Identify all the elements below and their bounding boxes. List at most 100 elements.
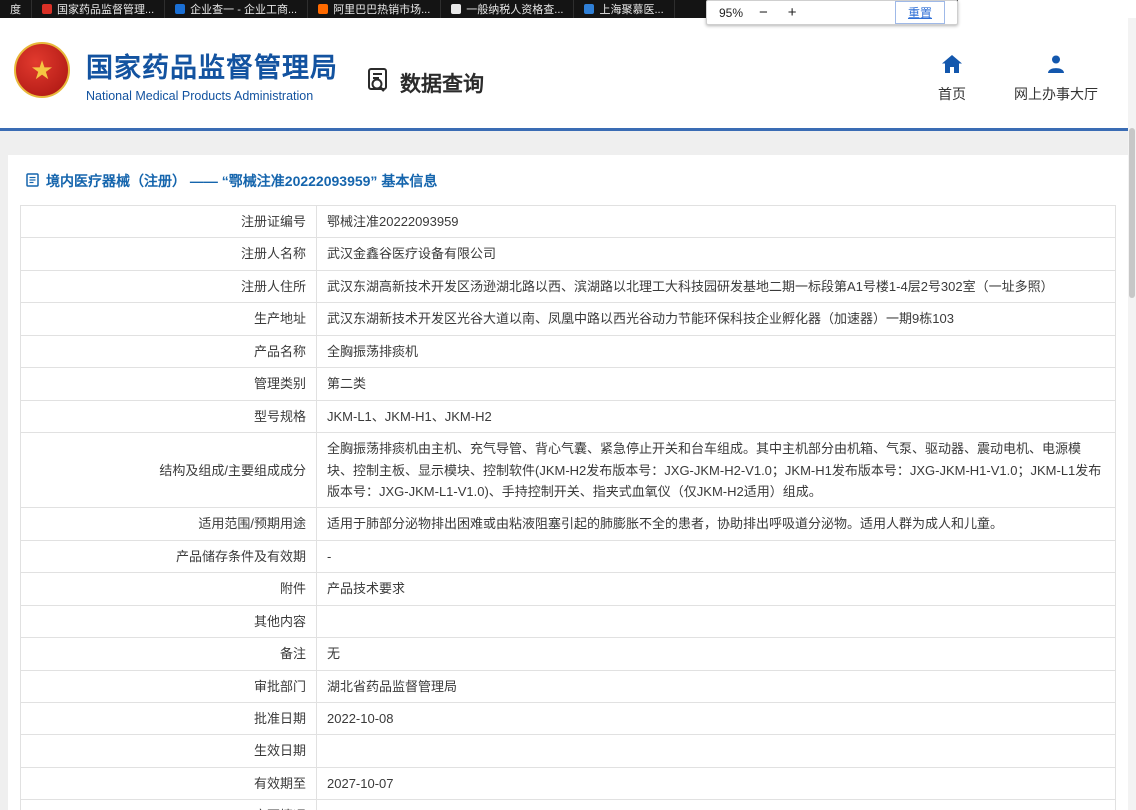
table-row: 其他内容 (21, 605, 1116, 637)
row-label: 批准日期 (21, 703, 317, 735)
row-label: 审批部门 (21, 670, 317, 702)
browser-tab[interactable]: 度 (0, 0, 32, 18)
tab-label: 一般纳税人资格查... (466, 1, 563, 17)
tab-label: 度 (10, 1, 21, 17)
data-query-label: 数据查询 (400, 68, 484, 98)
tab-label: 阿里巴巴热销市场... (333, 1, 430, 17)
tab-favicon (584, 4, 594, 14)
row-value: 2022-10-08 (317, 703, 1116, 735)
row-label: 生效日期 (21, 735, 317, 767)
row-value: JKM-L1、JKM-H1、JKM-H2 (317, 400, 1116, 432)
nav-hall-label: 网上办事大厅 (1014, 84, 1098, 104)
row-label: 注册人住所 (21, 270, 317, 302)
row-value: 武汉东湖高新技术开发区汤逊湖北路以西、滨湖路以北理工大科技园研发基地二期一标段第… (317, 270, 1116, 302)
table-row: 附件产品技术要求 (21, 573, 1116, 605)
row-value: - (317, 540, 1116, 572)
row-label: 注册人名称 (21, 238, 317, 270)
table-row: 产品储存条件及有效期- (21, 540, 1116, 572)
tab-label: 上海聚慕医... (599, 1, 663, 17)
screen: 度 国家药品监督管理... 企业查一 - 企业工商... 阿里巴巴热销市场... 一般纳… (0, 0, 1136, 810)
row-value: 武汉东湖新技术开发区光谷大道以南、凤凰中路以西光谷动力节能环保科技企业孵化器（加… (317, 303, 1116, 335)
nav-home-label: 首页 (938, 84, 966, 104)
row-value: 全胸振荡排痰机 (317, 335, 1116, 367)
table-row: 生效日期 (21, 735, 1116, 767)
browser-tabs: 度 国家药品监督管理... 企业查一 - 企业工商... 阿里巴巴热销市场... 一般纳… (0, 0, 675, 18)
tab-favicon (42, 4, 52, 14)
row-value (317, 800, 1116, 810)
header-nav: 首页 网上办事大厅 (938, 54, 1098, 104)
page-title-text: 境内医疗器械（注册） —— “鄂械注准20222093959” 基本信息 (46, 171, 437, 191)
row-label: 附件 (21, 573, 317, 605)
row-label: 变更情况 (21, 800, 317, 810)
zoom-out-button[interactable]: − (755, 4, 772, 21)
site-title-en: National Medical Products Administration (86, 89, 338, 103)
row-value: 产品技术要求 (317, 573, 1116, 605)
tab-favicon (451, 4, 461, 14)
nav-online-hall[interactable]: 网上办事大厅 (1014, 54, 1098, 104)
table-row: 型号规格JKM-L1、JKM-H1、JKM-H2 (21, 400, 1116, 432)
zoom-reset-button[interactable]: 重置 (895, 1, 945, 24)
row-label: 备注 (21, 638, 317, 670)
table-row: 生产地址武汉东湖新技术开发区光谷大道以南、凤凰中路以西光谷动力节能环保科技企业孵… (21, 303, 1116, 335)
row-value: 无 (317, 638, 1116, 670)
site-header: ★ 国家药品监督管理局 National Medical Products Ad… (0, 18, 1136, 128)
browser-tab[interactable]: 一般纳税人资格查... (441, 0, 574, 18)
table-row: 产品名称全胸振荡排痰机 (21, 335, 1116, 367)
row-label: 型号规格 (21, 400, 317, 432)
tab-label: 企业查一 - 企业工商... (190, 1, 297, 17)
table-row: 注册证编号鄂械注准20222093959 (21, 206, 1116, 238)
site-title-group: 国家药品监督管理局 National Medical Products Admi… (86, 46, 338, 103)
tab-favicon (175, 4, 185, 14)
row-label: 产品储存条件及有效期 (21, 540, 317, 572)
row-value: 全胸振荡排痰机由主机、充气导管、背心气囊、紧急停止开关和台车组成。其中主机部分由… (317, 433, 1116, 508)
tab-label: 国家药品监督管理... (57, 1, 154, 17)
user-icon (1045, 54, 1067, 77)
row-label: 适用范围/预期用途 (21, 508, 317, 540)
row-value: 适用于肺部分泌物排出困难或由粘液阻塞引起的肺膨胀不全的患者，协助排出呼吸道分泌物… (317, 508, 1116, 540)
row-label: 有效期至 (21, 767, 317, 799)
vertical-scrollbar[interactable] (1128, 18, 1136, 810)
tab-favicon (318, 4, 328, 14)
doc-search-icon (365, 66, 393, 100)
row-label: 生产地址 (21, 303, 317, 335)
site-title-cn: 国家药品监督管理局 (86, 46, 338, 85)
table-row: 变更情况 (21, 800, 1116, 810)
table-row: 适用范围/预期用途适用于肺部分泌物排出困难或由粘液阻塞引起的肺膨胀不全的患者，协… (21, 508, 1116, 540)
data-query-link[interactable]: 数据查询 (365, 66, 484, 100)
table-row: 结构及组成/主要组成成分全胸振荡排痰机由主机、充气导管、背心气囊、紧急停止开关和… (21, 433, 1116, 508)
page-title: 境内医疗器械（注册） —— “鄂械注准20222093959” 基本信息 (20, 155, 1116, 205)
browser-tab[interactable]: 上海聚慕医... (574, 0, 674, 18)
row-value: 武汉金鑫谷医疗设备有限公司 (317, 238, 1116, 270)
row-label: 管理类别 (21, 368, 317, 400)
zoom-popup: 95% − + 重置 (706, 0, 958, 25)
scrollbar-thumb[interactable] (1129, 128, 1135, 298)
table-row: 批准日期2022-10-08 (21, 703, 1116, 735)
tabbar-right-gap (958, 0, 1136, 18)
home-icon (941, 54, 963, 77)
browser-tab[interactable]: 企业查一 - 企业工商... (165, 0, 308, 18)
row-label: 结构及组成/主要组成成分 (21, 433, 317, 508)
registration-info-table: 注册证编号鄂械注准20222093959注册人名称武汉金鑫谷医疗设备有限公司注册… (20, 205, 1116, 810)
table-row: 注册人住所武汉东湖高新技术开发区汤逊湖北路以西、滨湖路以北理工大科技园研发基地二… (21, 270, 1116, 302)
table-row: 备注无 (21, 638, 1116, 670)
row-value: 2027-10-07 (317, 767, 1116, 799)
row-label: 注册证编号 (21, 206, 317, 238)
row-value: 湖北省药品监督管理局 (317, 670, 1116, 702)
browser-tab[interactable]: 国家药品监督管理... (32, 0, 165, 18)
national-emblem-logo: ★ (14, 42, 70, 98)
page-content: 境内医疗器械（注册） —— “鄂械注准20222093959” 基本信息 注册证… (0, 131, 1136, 810)
zoom-in-button[interactable]: + (784, 4, 801, 21)
emblem-star-icon: ★ (30, 57, 53, 83)
table-row: 管理类别第二类 (21, 368, 1116, 400)
row-value (317, 605, 1116, 637)
info-card: 境内医疗器械（注册） —— “鄂械注准20222093959” 基本信息 注册证… (8, 155, 1128, 810)
nav-home[interactable]: 首页 (938, 54, 966, 104)
row-value: 鄂械注准20222093959 (317, 206, 1116, 238)
row-value: 第二类 (317, 368, 1116, 400)
document-icon (26, 173, 39, 190)
row-label: 其他内容 (21, 605, 317, 637)
table-row: 审批部门湖北省药品监督管理局 (21, 670, 1116, 702)
browser-tab[interactable]: 阿里巴巴热销市场... (308, 0, 441, 18)
info-table-body: 注册证编号鄂械注准20222093959注册人名称武汉金鑫谷医疗设备有限公司注册… (21, 206, 1116, 810)
row-value (317, 735, 1116, 767)
